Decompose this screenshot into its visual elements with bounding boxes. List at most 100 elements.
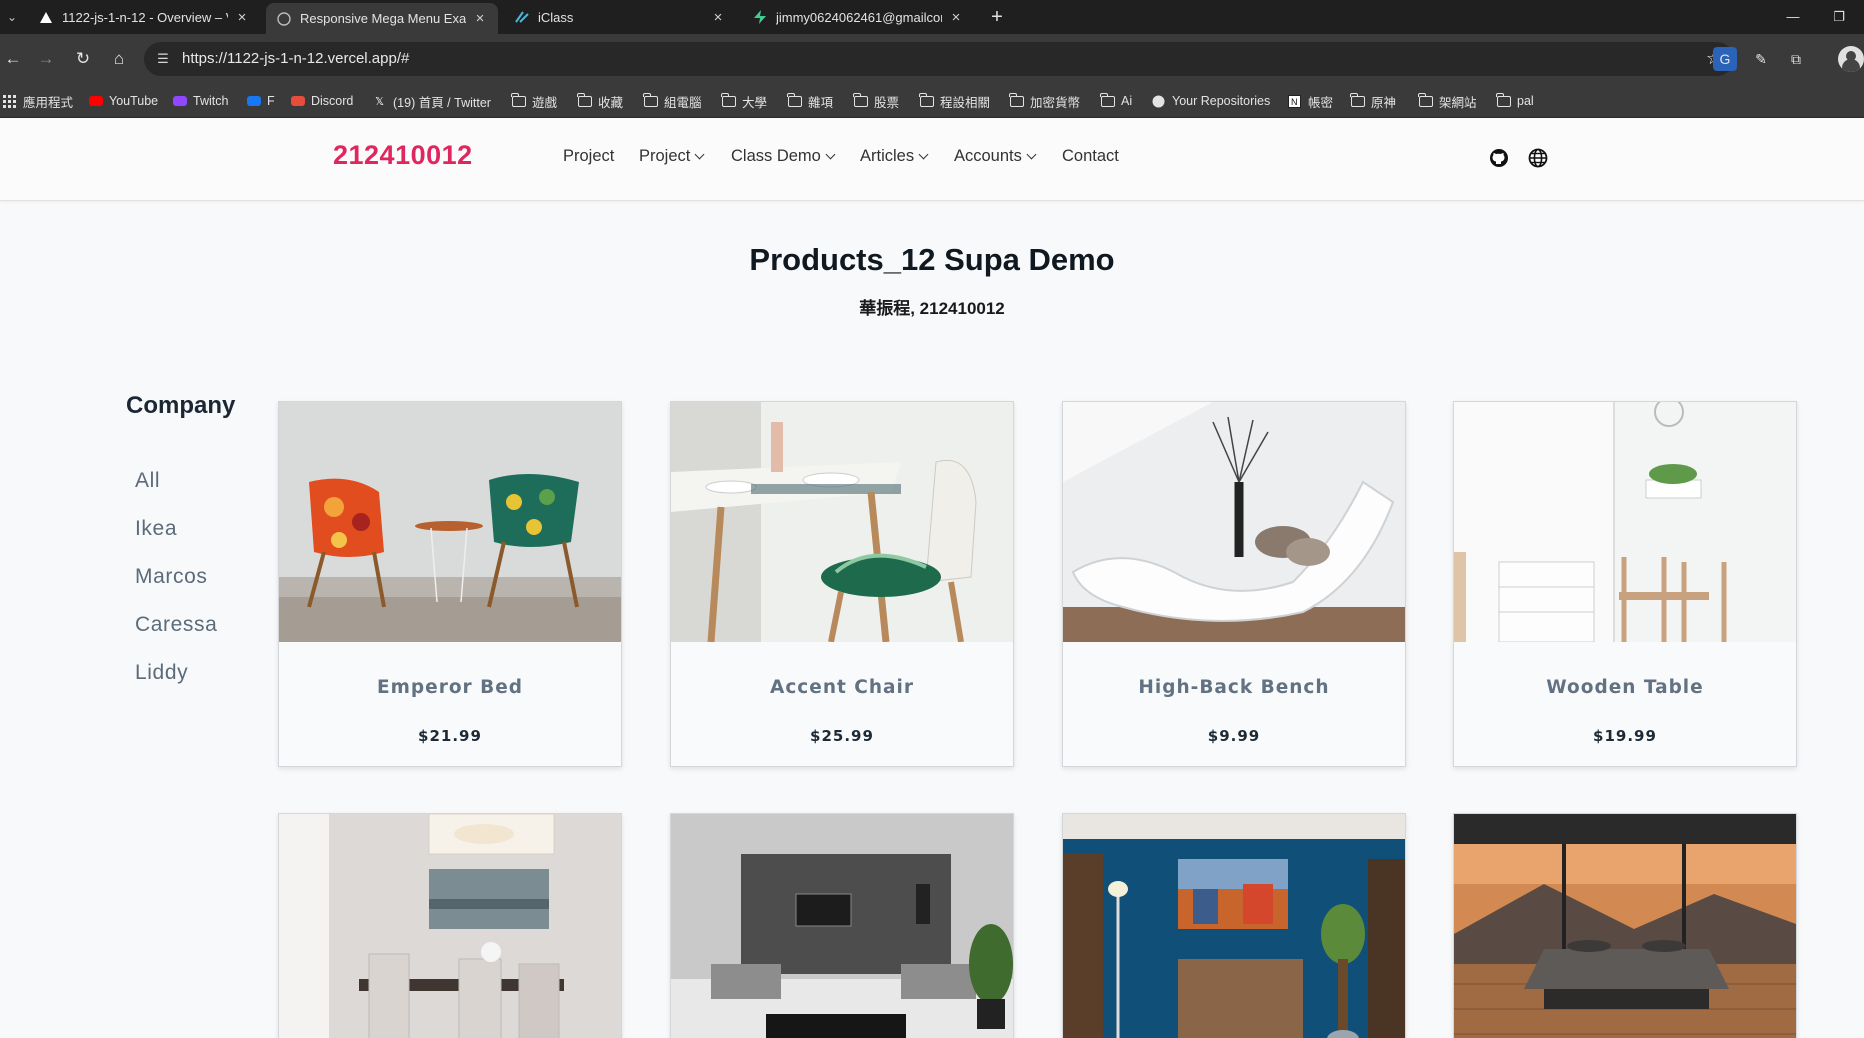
filter-button-liddy[interactable]: Liddy — [135, 661, 188, 685]
close-tab-icon[interactable]: × — [472, 10, 488, 27]
filter-button-ikea[interactable]: Ikea — [135, 517, 177, 541]
product-name: High-Back Bench — [1138, 677, 1330, 698]
address-url[interactable]: https://1122-js-1-n-12.vercel.app/# — [182, 50, 409, 67]
product-card[interactable] — [670, 813, 1014, 1038]
bookmark-label: F — [267, 94, 275, 108]
bookmark-label: 遊戲 — [532, 95, 558, 110]
bookmark-item[interactable]: pal — [1496, 92, 1534, 110]
filter-button-caressa[interactable]: Caressa — [135, 613, 217, 637]
product-card[interactable] — [278, 813, 622, 1038]
bookmark-item[interactable]: 收藏 — [577, 92, 623, 110]
company-filter-heading: Company — [126, 392, 236, 419]
apps-grid-icon — [2, 94, 17, 109]
bookmark-item[interactable]: Discord — [290, 92, 353, 110]
pen-extension-icon[interactable]: ✎ — [1749, 47, 1773, 71]
filter-button-marcos[interactable]: Marcos — [135, 565, 207, 589]
new-tab-button[interactable]: + — [985, 5, 1009, 29]
minimize-window-icon[interactable]: — — [1778, 4, 1808, 30]
bookmark-item[interactable]: 程設相關 — [919, 92, 990, 110]
profile-avatar[interactable] — [1838, 46, 1864, 72]
close-tab-icon[interactable]: × — [234, 9, 250, 26]
chevron-down-icon — [918, 149, 929, 159]
iclass-icon — [514, 9, 530, 25]
bookmark-label: 帳密 — [1308, 95, 1334, 110]
product-price: $21.99 — [418, 727, 482, 745]
bookmark-item[interactable]: Ai — [1100, 92, 1132, 110]
bookmark-label: 應用程式 — [23, 95, 74, 110]
bookmark-label: Ai — [1121, 94, 1133, 108]
vercel-triangle-icon — [38, 9, 54, 25]
github-icon[interactable] — [1489, 148, 1509, 168]
nav-link-project[interactable]: Project — [563, 147, 614, 166]
browser-tab[interactable]: iClass × — [504, 0, 736, 34]
tab-search-chevron-icon[interactable]: ⌄ — [2, 6, 22, 28]
bookmark-item[interactable]: 遊戲 — [511, 92, 557, 110]
folder-icon — [511, 92, 526, 109]
site-brand-logo[interactable]: 212410012 — [333, 140, 473, 171]
page-subtitle: 華振程, 212410012 — [859, 299, 1005, 318]
browser-tab[interactable]: 1122-js-1-n-12 - Overview – V × — [28, 0, 260, 34]
x-icon: 𝕏 — [375, 95, 384, 108]
dining-room-photo — [279, 814, 621, 1038]
nav-dropdown-project[interactable]: Project — [639, 147, 705, 166]
bookmark-label: 股票 — [874, 95, 900, 110]
facebook-icon — [246, 94, 261, 109]
folder-icon — [1009, 92, 1024, 109]
nav-link-label: Project — [639, 147, 691, 165]
folder-icon — [721, 92, 736, 109]
forward-arrow-icon[interactable]: → — [33, 46, 59, 72]
address-bar[interactable]: ☰ https://1122-js-1-n-12.vercel.app/# ☆ — [144, 42, 1734, 76]
product-card[interactable]: Accent Chair $25.99 — [670, 401, 1014, 767]
product-card[interactable]: Wooden Table $19.99 — [1453, 401, 1797, 767]
bookmark-item[interactable]: 股票 — [853, 92, 899, 110]
tab-title: 1122-js-1-n-12 - Overview – V — [62, 9, 228, 25]
close-tab-icon[interactable]: × — [948, 9, 964, 26]
bookmark-item[interactable]: 應用程式 — [2, 92, 73, 110]
browser-tab-active[interactable]: Responsive Mega Menu Exam × — [266, 3, 498, 34]
nav-link-contact[interactable]: Contact — [1062, 147, 1119, 166]
bookmark-item[interactable]: YouTube — [88, 92, 158, 110]
bookmark-item[interactable]: 加密貨幣 — [1009, 92, 1080, 110]
bookmark-item[interactable]: F — [246, 92, 275, 110]
back-arrow-icon[interactable]: ← — [0, 46, 26, 72]
folder-icon — [787, 92, 802, 109]
browser-tab[interactable]: jimmy0624062461@gmailcor × — [742, 0, 974, 34]
extensions-puzzle-icon[interactable]: ⧉ — [1784, 47, 1808, 71]
nav-dropdown-class-demo[interactable]: Class Demo — [731, 147, 836, 166]
close-tab-icon[interactable]: × — [710, 9, 726, 26]
grey-living-room-photo — [671, 814, 1013, 1038]
bookmark-item[interactable]: Twitch — [172, 92, 228, 110]
chevron-down-icon — [825, 149, 836, 159]
reload-icon[interactable]: ↻ — [70, 46, 96, 72]
product-card[interactable]: High-Back Bench $9.99 — [1062, 401, 1406, 767]
bookmark-item[interactable]: Your Repositories — [1151, 92, 1270, 110]
folder-icon — [853, 92, 868, 109]
nav-dropdown-articles[interactable]: Articles — [860, 147, 929, 166]
home-icon[interactable]: ⌂ — [106, 46, 132, 72]
restore-window-icon[interactable]: ❐ — [1824, 4, 1854, 30]
bookmark-item[interactable]: 組電腦 — [643, 92, 702, 110]
bookmark-item[interactable]: N 帳密 — [1287, 92, 1333, 110]
translate-extension-icon[interactable]: G — [1713, 47, 1737, 71]
folder-icon — [643, 92, 658, 109]
bookmark-item[interactable]: 大學 — [721, 92, 767, 110]
product-card[interactable] — [1062, 813, 1406, 1038]
supabase-icon — [752, 9, 768, 25]
bookmark-label: (19) 首頁 / Twitter — [393, 95, 491, 110]
globe-icon[interactable] — [1528, 148, 1548, 168]
bookmark-item[interactable]: 𝕏 (19) 首頁 / Twitter — [372, 92, 491, 110]
nav-dropdown-accounts[interactable]: Accounts — [954, 147, 1037, 166]
bookmark-label: pal — [1517, 94, 1534, 108]
product-card[interactable] — [1453, 813, 1797, 1038]
folder-icon — [1418, 92, 1433, 109]
bookmark-item[interactable]: 雜項 — [787, 92, 833, 110]
filter-button-all[interactable]: All — [135, 469, 160, 493]
folder-icon — [919, 92, 934, 109]
blue-wall-living-room-photo — [1063, 814, 1405, 1038]
nav-link-label: Project — [563, 147, 615, 165]
site-info-icon[interactable]: ☰ — [154, 50, 172, 68]
product-card[interactable]: Emperor Bed $21.99 — [278, 401, 622, 767]
bookmark-item[interactable]: 架網站 — [1418, 92, 1477, 110]
bookmark-item[interactable]: 原神 — [1350, 92, 1396, 110]
browser-tab-strip: ⌄ 1122-js-1-n-12 - Overview – V × Respon… — [0, 0, 1864, 34]
